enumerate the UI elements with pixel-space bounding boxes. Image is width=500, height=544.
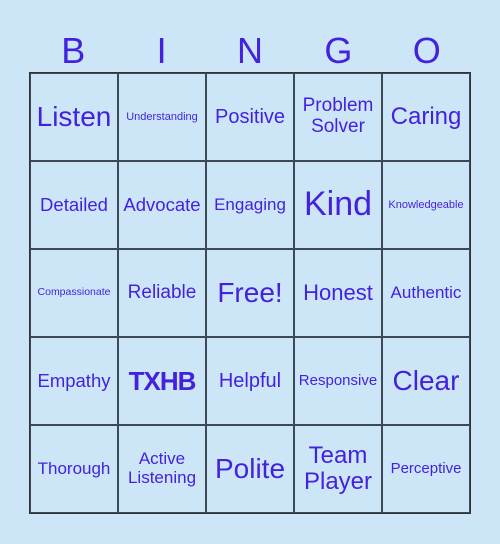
bingo-cell[interactable]: Clear: [382, 337, 470, 425]
bingo-cell[interactable]: Listen: [30, 73, 118, 161]
header-letter-b: B: [61, 30, 86, 71]
bingo-cell[interactable]: Thorough: [30, 425, 118, 513]
bingo-cell[interactable]: Empathy: [30, 337, 118, 425]
bingo-cell[interactable]: TXHB: [118, 337, 206, 425]
bingo-cell[interactable]: Advocate: [118, 161, 206, 249]
bingo-cell[interactable]: Knowledgeable: [382, 161, 470, 249]
bingo-cell[interactable]: Honest: [294, 249, 382, 337]
bingo-cell[interactable]: Active Listening: [118, 425, 206, 513]
header-letter-i: I: [156, 30, 167, 71]
bingo-cell[interactable]: Authentic: [382, 249, 470, 337]
bingo-cell[interactable]: Responsive: [294, 337, 382, 425]
bingo-cell[interactable]: Polite: [206, 425, 294, 513]
bingo-grid: Listen Understanding Positive Problem So…: [29, 72, 471, 514]
bingo-cell[interactable]: Detailed: [30, 161, 118, 249]
bingo-cell[interactable]: Team Player: [294, 425, 382, 513]
bingo-cell[interactable]: Positive: [206, 73, 294, 161]
bingo-header: B I N G O: [29, 30, 471, 72]
free-space-cell[interactable]: Free!: [206, 249, 294, 337]
bingo-cell[interactable]: Reliable: [118, 249, 206, 337]
bingo-cell[interactable]: Problem Solver: [294, 73, 382, 161]
bingo-cell[interactable]: Perceptive: [382, 425, 470, 513]
bingo-cell[interactable]: Kind: [294, 161, 382, 249]
header-letter-n: N: [236, 30, 263, 71]
bingo-cell[interactable]: Caring: [382, 73, 470, 161]
header-letter-o: O: [412, 30, 441, 71]
bingo-cell[interactable]: Engaging: [206, 161, 294, 249]
bingo-cell[interactable]: Helpful: [206, 337, 294, 425]
bingo-cell[interactable]: Understanding: [118, 73, 206, 161]
header-letter-g: G: [324, 30, 353, 71]
bingo-cell[interactable]: Compassionate: [30, 249, 118, 337]
